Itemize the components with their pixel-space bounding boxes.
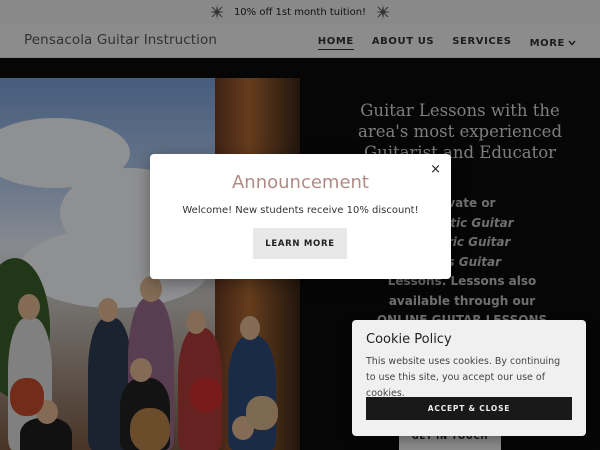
announcement-modal: × Announcement Welcome! New students rec… <box>150 154 451 279</box>
learn-more-button[interactable]: LEARN MORE <box>253 228 347 259</box>
cookie-banner: Cookie Policy This website uses cookies.… <box>352 320 586 436</box>
modal-message: Welcome! New students receive 10% discou… <box>182 205 419 216</box>
accept-close-button[interactable]: ACCEPT & CLOSE <box>366 397 572 420</box>
cookie-text: This website uses cookies. By continuing… <box>366 356 561 399</box>
cookie-title: Cookie Policy <box>366 332 452 347</box>
modal-title: Announcement <box>231 172 369 193</box>
